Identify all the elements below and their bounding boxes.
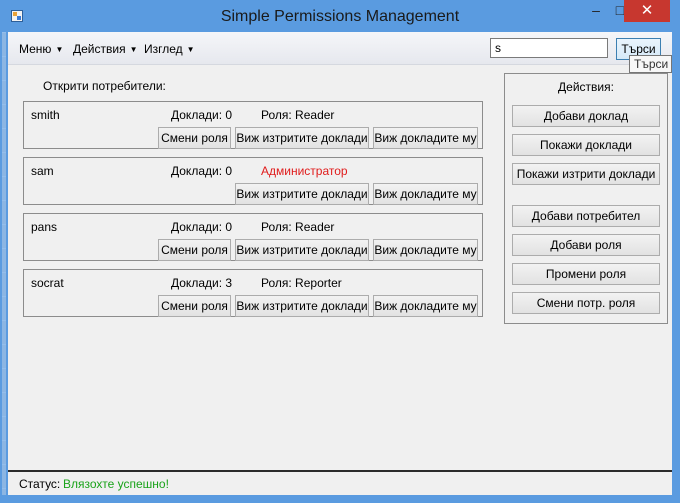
- view-reports-button[interactable]: Виж докладите му: [373, 183, 478, 205]
- view-deleted-reports-button[interactable]: Виж изтритите доклади: [235, 127, 369, 149]
- user-name: pans: [31, 220, 58, 234]
- menu-view-label: Изглед: [144, 42, 183, 56]
- user-reports-count: Доклади: 0: [171, 108, 233, 122]
- change-user-role-button[interactable]: Смени потр. роля: [512, 292, 660, 314]
- view-reports-button[interactable]: Виж докладите му: [373, 239, 478, 261]
- user-name: socrat: [31, 276, 64, 290]
- app-window: Simple Permissions Management – □ ✕ Меню…: [0, 0, 680, 503]
- user-role: Роля: Reporter: [261, 276, 342, 290]
- add-user-button[interactable]: Добави потребител: [512, 205, 660, 227]
- status-label: Статус:: [19, 477, 61, 491]
- user-panel: smith Доклади: 0 Роля: Reader Смени роля…: [23, 101, 483, 149]
- chevron-down-icon: ▼: [186, 45, 195, 54]
- view-deleted-reports-button[interactable]: Виж изтритите доклади: [235, 295, 369, 317]
- title-bar[interactable]: Simple Permissions Management – □ ✕: [0, 0, 680, 32]
- view-reports-button[interactable]: Виж докладите му: [373, 295, 478, 317]
- menu-actions[interactable]: Действия ▼: [73, 42, 138, 56]
- window-border: [0, 32, 8, 495]
- change-role-button[interactable]: Смени роля: [158, 239, 231, 261]
- view-reports-button[interactable]: Виж докладите му: [373, 127, 478, 149]
- user-name: smith: [31, 108, 60, 122]
- client-area: Меню▼ Действия▼ Изглед▼ Търси Открити по…: [8, 32, 672, 495]
- menu-actions-label: Действия: [73, 42, 126, 56]
- add-report-button[interactable]: Добави доклад: [512, 105, 660, 127]
- actions-panel: Действия: Добави доклад Покажи доклади П…: [504, 73, 668, 324]
- view-deleted-reports-button[interactable]: Виж изтритите доклади: [235, 183, 369, 205]
- user-reports-count: Доклади: 3: [171, 276, 233, 290]
- chevron-down-icon: ▼: [129, 45, 138, 54]
- actions-title: Действия:: [558, 80, 614, 94]
- add-role-button[interactable]: Добави роля: [512, 234, 660, 256]
- user-role-admin: Администратор: [261, 164, 348, 178]
- search-tooltip: Търси: [629, 55, 672, 73]
- user-role: Роля: Reader: [261, 220, 335, 234]
- change-role-button[interactable]: Смени роля: [158, 295, 231, 317]
- user-reports-count: Доклади: 0: [171, 220, 233, 234]
- menu-bar: Меню▼ Действия▼ Изглед▼ Търси: [8, 32, 672, 65]
- user-panel: socrat Доклади: 3 Роля: Reporter Смени р…: [23, 269, 483, 317]
- show-deleted-reports-button[interactable]: Покажи изтрити доклади: [512, 163, 660, 185]
- user-role: Роля: Reader: [261, 108, 335, 122]
- menu-main[interactable]: Меню ▼: [19, 42, 63, 56]
- user-name: sam: [31, 164, 54, 178]
- found-users-label: Открити потребители:: [43, 79, 166, 93]
- search-input[interactable]: [490, 38, 608, 58]
- change-role-button[interactable]: Смени роля: [158, 127, 231, 149]
- user-panel: pans Доклади: 0 Роля: Reader Смени роля …: [23, 213, 483, 261]
- status-bar: Статус: Влязохте успешно!: [8, 470, 672, 495]
- show-reports-button[interactable]: Покажи доклади: [512, 134, 660, 156]
- close-button[interactable]: ✕: [624, 0, 670, 22]
- chevron-down-icon: ▼: [55, 45, 64, 54]
- change-role-action-button[interactable]: Промени роля: [512, 263, 660, 285]
- view-deleted-reports-button[interactable]: Виж изтритите доклади: [235, 239, 369, 261]
- user-reports-count: Доклади: 0: [171, 164, 233, 178]
- menu-view[interactable]: Изглед ▼: [144, 42, 195, 56]
- menu-main-label: Меню: [19, 42, 52, 56]
- status-message: Влязохте успешно!: [63, 477, 169, 491]
- window-title: Simple Permissions Management: [220, 8, 460, 25]
- user-panel: sam Доклади: 0 Администратор Виж изтрити…: [23, 157, 483, 205]
